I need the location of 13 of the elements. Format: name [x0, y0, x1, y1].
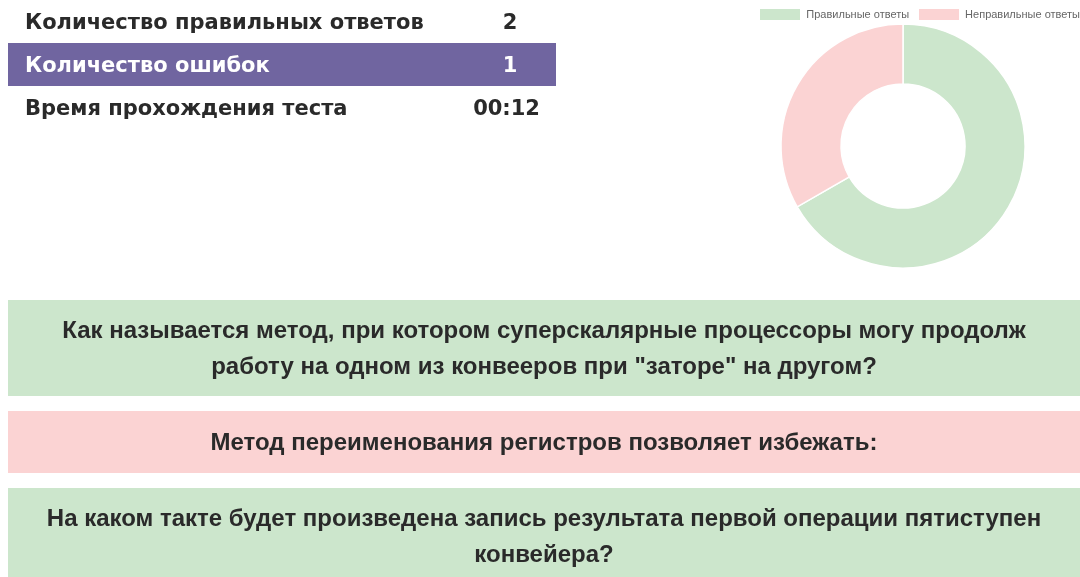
stat-label: Количество ошибок: [25, 52, 270, 77]
question-card: Как называется метод, при котором суперскалярные процессоры могу продолж работу на одном из конвееров при "заторе" на другом?: [8, 300, 1080, 396]
stat-value: 2: [501, 9, 519, 34]
stat-label: Количество правильных ответов: [25, 9, 424, 34]
legend-label[interactable]: Правильные ответы: [806, 8, 910, 20]
legend-label[interactable]: Неправильные ответы: [965, 8, 1080, 20]
stat-value: 1: [501, 52, 519, 77]
legend-swatch[interactable]: [760, 8, 801, 20]
legend-swatch[interactable]: [919, 8, 960, 20]
question-card: На каком такте будет произведена запись результата первой операции пятиступен конвейера?: [8, 488, 1080, 577]
question-card: Метод переименования регистров позволяет избежать:: [8, 411, 1080, 473]
stat-value: 00:12: [473, 95, 540, 120]
stat-label: Время прохождения теста: [25, 95, 348, 120]
